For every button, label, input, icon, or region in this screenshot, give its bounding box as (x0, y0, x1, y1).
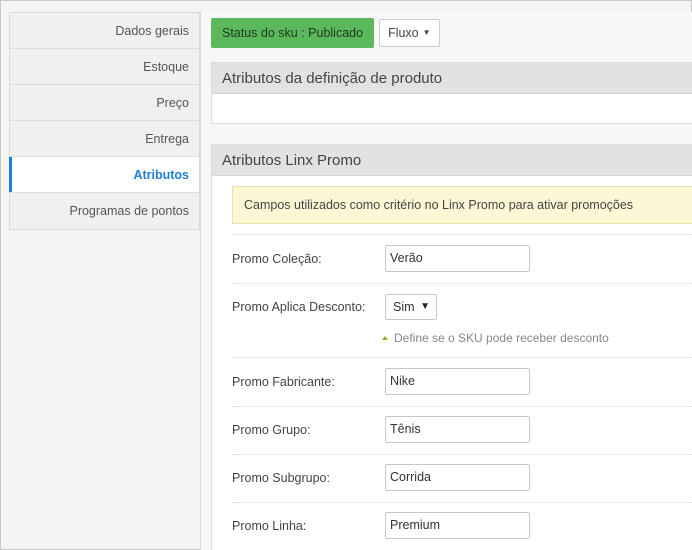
divider (232, 502, 692, 503)
divider (232, 406, 692, 407)
promo-grupo-label: Promo Grupo: (232, 423, 311, 437)
promo-subgrupo-input[interactable]: Corrida (385, 464, 530, 491)
main-content: Status do sku : Publicado Fluxo ▼ Atribu… (200, 12, 692, 550)
promo-aplica-desconto-label: Promo Aplica Desconto: (232, 300, 366, 314)
promo-subgrupo-label: Promo Subgrupo: (232, 471, 330, 485)
toolbar: Status do sku : Publicado Fluxo ▼ (211, 18, 440, 48)
promo-grupo-input[interactable]: Tênis (385, 416, 530, 443)
linx-promo-title: Atributos Linx Promo (212, 145, 692, 176)
linx-promo-notice: Campos utilizados como critério no Linx … (232, 186, 692, 224)
promo-aplica-desconto-select[interactable]: Sim ▼ (385, 294, 437, 320)
sidebar-item-preco[interactable]: Preço (10, 85, 199, 121)
sidebar-item-dados-gerais[interactable]: Dados gerais (10, 13, 199, 49)
flow-button-label: Fluxo (388, 26, 419, 40)
promo-aplica-desconto-hint: Define se o SKU pode receber desconto (382, 331, 609, 345)
flow-dropdown-button[interactable]: Fluxo ▼ (379, 19, 440, 47)
promo-linha-input[interactable]: Premium (385, 512, 530, 539)
sidebar-nav: Dados gerais Estoque Preço Entrega Atrib… (9, 12, 200, 230)
select-arrow-icon: ▼ (420, 301, 430, 312)
window-frame: Dados gerais Estoque Preço Entrega Atrib… (0, 0, 692, 550)
divider (232, 234, 692, 235)
promo-fabricante-input[interactable]: Nike (385, 368, 530, 395)
divider (232, 357, 692, 358)
promo-aplica-desconto-value: Sim (393, 300, 415, 314)
triangle-up-icon (382, 336, 388, 340)
sidebar-item-entrega[interactable]: Entrega (10, 121, 199, 157)
definition-attributes-title: Atributos da definição de produto (212, 63, 692, 94)
promo-fabricante-label: Promo Fabricante: (232, 375, 335, 389)
caret-down-icon: ▼ (422, 28, 431, 37)
divider (232, 283, 692, 284)
linx-promo-panel: Atributos Linx Promo Campos utilizados c… (211, 144, 692, 550)
definition-attributes-panel: Atributos da definição de produto (211, 62, 692, 124)
sidebar-item-programas-de-pontos[interactable]: Programas de pontos (10, 193, 199, 229)
divider (232, 454, 692, 455)
sidebar-item-atributos[interactable]: Atributos (9, 157, 199, 193)
promo-linha-label: Promo Linha: (232, 519, 307, 533)
promo-aplica-desconto-hint-text: Define se o SKU pode receber desconto (394, 331, 609, 345)
sidebar-item-estoque[interactable]: Estoque (10, 49, 199, 85)
promo-colecao-input[interactable]: Verão (385, 245, 530, 272)
sku-status-badge: Status do sku : Publicado (211, 18, 375, 48)
promo-colecao-label: Promo Coleção: (232, 252, 322, 266)
